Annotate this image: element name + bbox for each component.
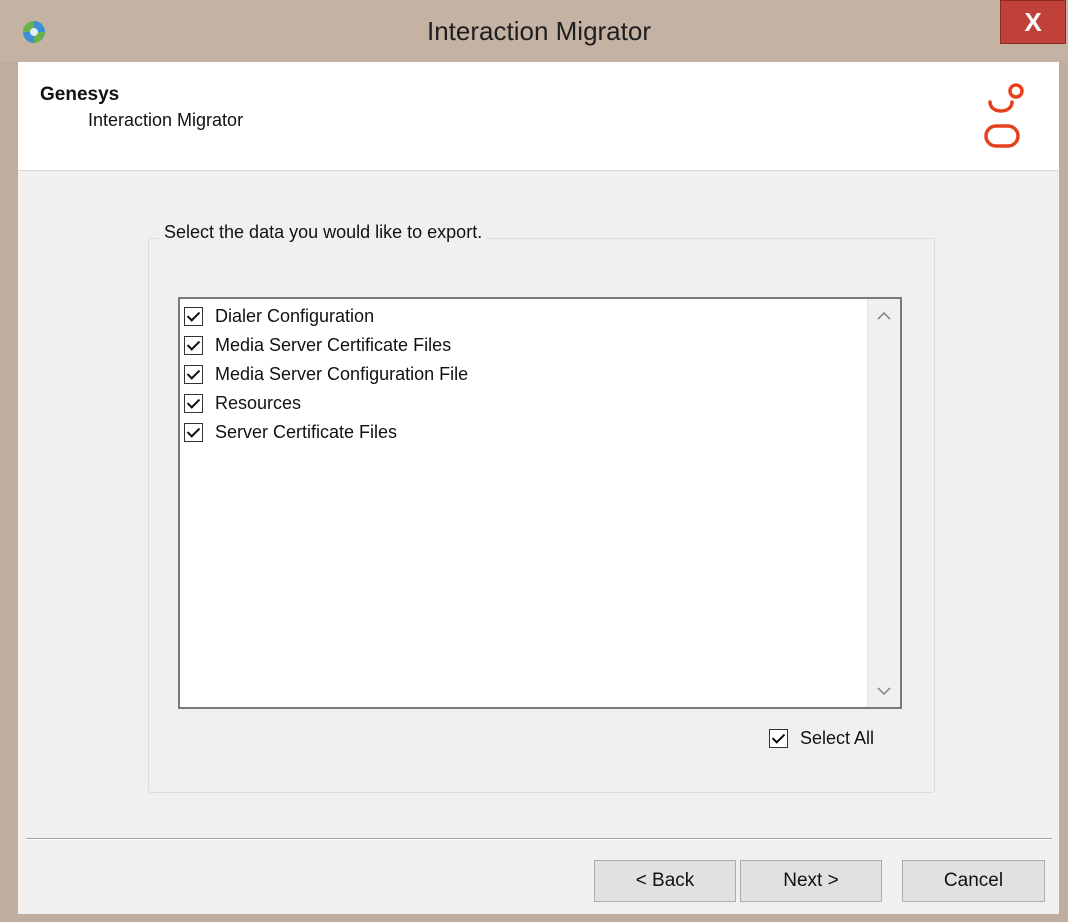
select-all-label: Select All	[800, 728, 875, 748]
dialog-window: Interaction Migrator X Genesys Interacti…	[0, 0, 1068, 922]
checkbox-checked-icon[interactable]	[184, 335, 203, 355]
close-button[interactable]: X	[1000, 0, 1066, 44]
list-item-media-server-certificate-files[interactable]: Media Server Certificate Files	[184, 331, 864, 359]
footer-divider	[26, 838, 1052, 840]
list-item-label: Server Certificate Files	[215, 421, 398, 442]
window-title: Interaction Migrator	[427, 16, 651, 46]
export-options-group: Select the data you would like to export…	[148, 222, 935, 793]
list-item-label: Media Server Configuration File	[215, 363, 469, 384]
checkbox-checked-icon[interactable]	[184, 393, 203, 413]
title-bar[interactable]: Interaction Migrator X	[0, 0, 1068, 62]
list-item-label: Resources	[215, 392, 302, 413]
export-data-list[interactable]: Dialer Configuration Media Server Certif…	[178, 297, 902, 709]
chevron-up-icon	[877, 311, 891, 320]
vertical-scrollbar[interactable]	[867, 299, 900, 707]
genesys-logo-icon	[984, 83, 1024, 148]
wizard-header: Genesys Interaction Migrator	[18, 62, 1059, 171]
cancel-button[interactable]: Cancel	[902, 860, 1045, 902]
checkbox-checked-icon[interactable]	[184, 422, 203, 442]
dialog-client-area: Genesys Interaction Migrator Select the …	[18, 62, 1059, 914]
list-item-label: Media Server Certificate Files	[215, 334, 452, 355]
select-all-checkbox[interactable]: Select All	[769, 728, 874, 749]
checkbox-checked-icon[interactable]	[184, 364, 203, 384]
list-item-resources[interactable]: Resources	[184, 389, 864, 417]
list-item-media-server-configuration-file[interactable]: Media Server Configuration File	[184, 360, 864, 388]
brand-name: Genesys	[40, 84, 120, 105]
list-item-label: Dialer Configuration	[215, 305, 375, 326]
list-item-dialer-configuration[interactable]: Dialer Configuration	[184, 302, 864, 330]
scroll-down-button[interactable]	[868, 675, 900, 707]
checkbox-checked-icon[interactable]	[184, 306, 203, 326]
back-button[interactable]: < Back	[594, 860, 736, 902]
wizard-subtitle: Interaction Migrator	[88, 110, 244, 130]
group-label: Select the data you would like to export…	[159, 222, 488, 243]
list-item-server-certificate-files[interactable]: Server Certificate Files	[184, 418, 864, 446]
chevron-down-icon	[877, 686, 891, 695]
next-button[interactable]: Next >	[740, 860, 882, 902]
scroll-up-button[interactable]	[868, 299, 900, 331]
checkbox-checked-icon[interactable]	[769, 729, 788, 748]
